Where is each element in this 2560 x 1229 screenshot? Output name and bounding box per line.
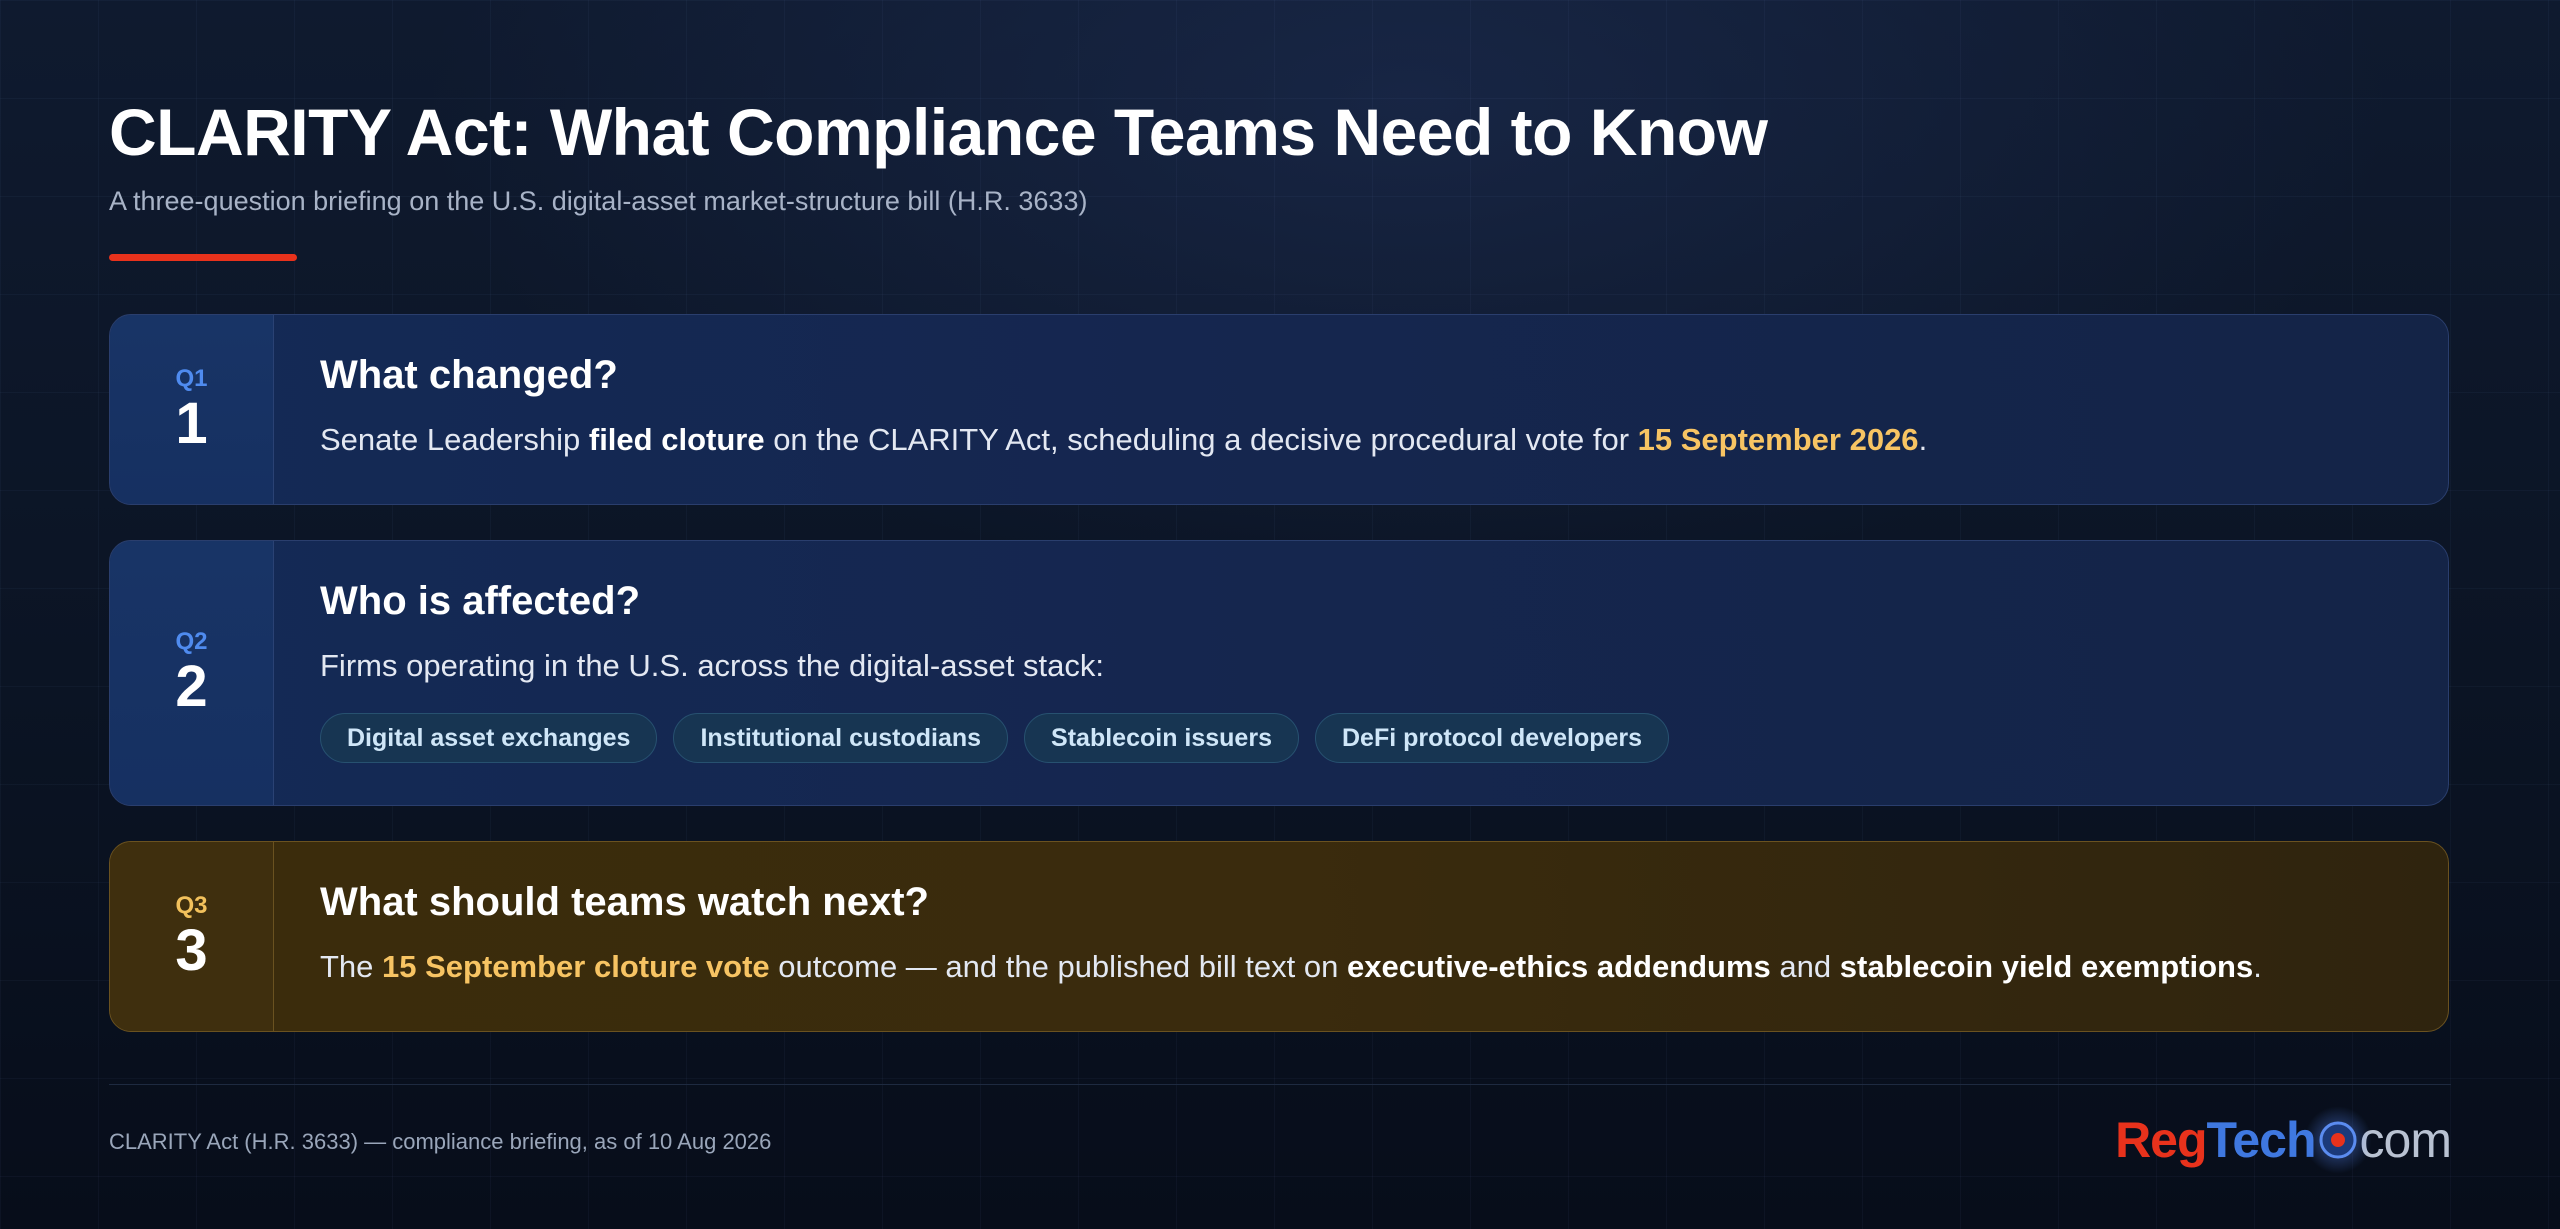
question-badge: Q2 2 xyxy=(110,541,274,805)
card-heading: Who is affected? xyxy=(320,579,641,623)
affected-tags: Digital asset exchanges Institutional cu… xyxy=(320,713,1670,763)
text-run: and xyxy=(1770,949,1840,984)
target-dot-icon xyxy=(2303,1106,2372,1174)
card-body: Who is affected? Firms operating in the … xyxy=(274,541,2448,805)
question-label: Q1 xyxy=(175,364,208,392)
logo-tech: Tech xyxy=(2206,1112,2317,1168)
question-label: Q3 xyxy=(175,891,208,919)
regtech-logo: Reg Tech com xyxy=(2115,1106,2452,1174)
question-card-2: Q2 2 Who is affected? Firms operating in… xyxy=(109,540,2449,806)
question-label: Q2 xyxy=(175,628,208,655)
question-number: 2 xyxy=(175,654,208,719)
footer-divider xyxy=(109,1084,2451,1085)
text-run: . xyxy=(1918,422,1928,457)
question-badge: Q1 1 xyxy=(110,315,274,504)
page-title: CLARITY Act: What Compliance Teams Need … xyxy=(109,95,1768,169)
card-text: Firms operating in the U.S. across the d… xyxy=(320,648,1104,683)
tag-chip: DeFi protocol developers xyxy=(1314,713,1670,763)
question-card-3: Q3 3 What should teams watch next? The 1… xyxy=(109,841,2449,1032)
card-body: What should teams watch next? The 15 Sep… xyxy=(274,842,2448,1031)
card-heading: What should teams watch next? xyxy=(320,880,929,924)
briefing-page: CLARITY Act: What Compliance Teams Need … xyxy=(109,0,2452,1229)
tag-chip: Digital asset exchanges xyxy=(320,713,658,763)
highlighted-text: 15 September cloture vote xyxy=(382,949,770,984)
card-body: What changed? Senate Leadership filed cl… xyxy=(274,315,2448,504)
logo-com: com xyxy=(2359,1112,2452,1168)
accent-underline xyxy=(109,254,297,261)
highlighted-date: 15 September 2026 xyxy=(1637,422,1919,457)
card-heading: What changed? xyxy=(320,353,618,397)
card-text: Senate Leadership filed cloture on the C… xyxy=(320,422,1927,458)
card-text: The 15 September cloture vote outcome — … xyxy=(320,949,2262,985)
text-run: Senate Leadership xyxy=(320,422,589,457)
tag-chip: Institutional custodians xyxy=(673,713,1009,763)
question-badge: Q3 3 xyxy=(110,842,274,1031)
text-run: on the CLARITY Act, scheduling a decisiv… xyxy=(764,422,1638,457)
bold-text: filed cloture xyxy=(588,422,765,457)
tag-chip: Stablecoin issuers xyxy=(1024,713,1299,763)
question-number: 3 xyxy=(175,917,208,983)
logo-reg: Reg xyxy=(2115,1112,2207,1168)
footer-caption: CLARITY Act (H.R. 3633) — compliance bri… xyxy=(109,1129,772,1154)
text-run: outcome — and the published bill text on xyxy=(769,949,1347,984)
page-subtitle: A three-question briefing on the U.S. di… xyxy=(109,186,1088,216)
bold-text: executive-ethics addendums xyxy=(1346,949,1771,984)
bold-text: stablecoin yield exemptions xyxy=(1839,949,2254,984)
text-run: The xyxy=(320,949,383,984)
question-card-1: Q1 1 What changed? Senate Leadership fil… xyxy=(109,314,2449,505)
question-number: 1 xyxy=(175,390,208,456)
text-run: . xyxy=(2253,949,2262,984)
